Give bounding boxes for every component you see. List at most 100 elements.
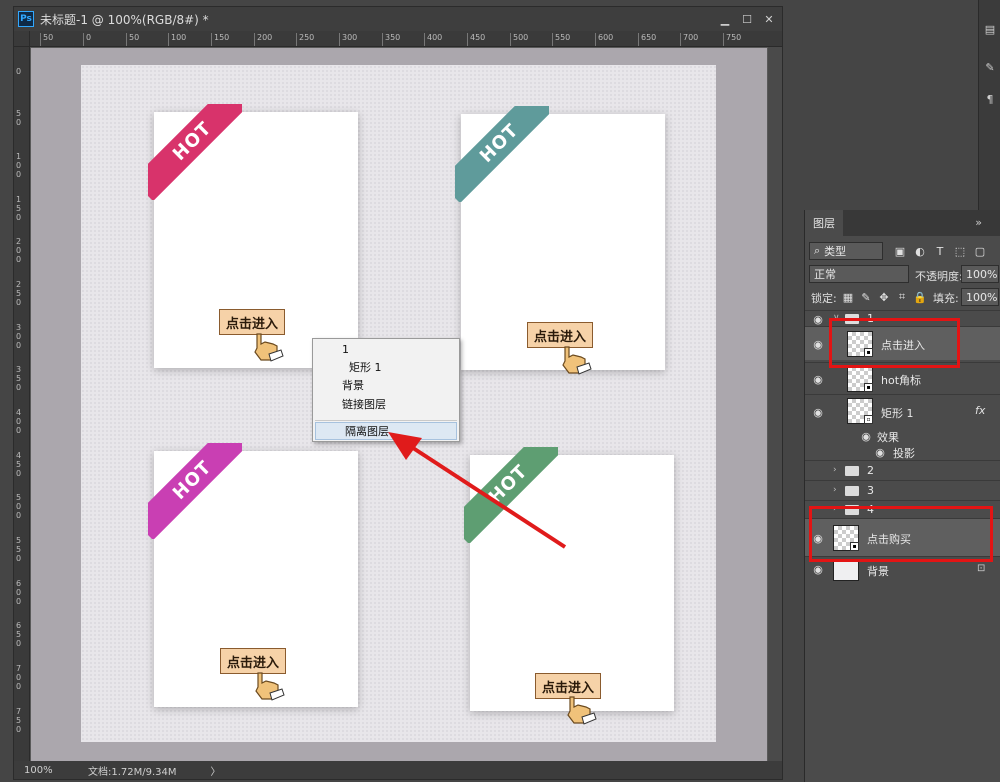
minimize-icon[interactable]: ▁ bbox=[716, 11, 734, 27]
hot-ribbon: HOT bbox=[148, 443, 242, 539]
highlight-box bbox=[809, 506, 993, 562]
smartobject-filter-icon[interactable]: ▢ bbox=[973, 244, 987, 258]
effect-row[interactable]: ◉ 投影 bbox=[805, 444, 1000, 461]
layer-filter-select[interactable]: ⌕ 类型 bbox=[809, 242, 883, 260]
window-controls: ▁ ☐ ✕ bbox=[716, 11, 778, 27]
product-card[interactable]: HOT 点击进入 bbox=[455, 106, 665, 375]
visibility-eye-icon[interactable]: ◉ bbox=[811, 313, 825, 326]
photoshop-icon: Ps bbox=[18, 11, 34, 27]
image-filter-icon[interactable]: ▣ bbox=[893, 244, 907, 258]
adjustment-filter-icon[interactable]: ◐ bbox=[913, 244, 927, 258]
visibility-eye-icon[interactable]: ◉ bbox=[859, 430, 873, 443]
blend-mode-value: 正常 bbox=[814, 268, 836, 281]
ruler-tick: 5 0 0 bbox=[16, 493, 22, 520]
maximize-icon[interactable]: ☐ bbox=[738, 11, 756, 27]
ruler-tick: 4 5 0 bbox=[16, 451, 22, 478]
layer-effects-icon[interactable]: fx bbox=[975, 404, 985, 417]
fill-input[interactable]: 100% bbox=[961, 288, 999, 306]
type-filter-icon[interactable]: T bbox=[933, 244, 947, 258]
opacity-input[interactable]: 100% bbox=[961, 265, 999, 283]
menu-item-layer-1[interactable]: 1 bbox=[313, 341, 459, 359]
product-card[interactable]: HOT 点击进入 bbox=[148, 104, 358, 368]
annotation-arrow bbox=[388, 432, 567, 549]
ruler-tick: 7 0 0 bbox=[16, 664, 22, 691]
zoom-level[interactable]: 100% bbox=[24, 765, 84, 776]
layers-tabbar: 图层 » bbox=[805, 210, 1000, 236]
smart-object-icon: ▪ bbox=[864, 383, 873, 392]
tab-layers[interactable]: 图层 bbox=[805, 210, 843, 236]
group-expand-icon[interactable]: › bbox=[833, 465, 837, 475]
lock-icon: ⊡ bbox=[977, 563, 986, 574]
hot-ribbon: HOT bbox=[455, 106, 549, 202]
layer-name: hot角标 bbox=[881, 374, 922, 387]
ruler-tick: 500 bbox=[510, 33, 528, 46]
ruler-tick: 5 5 0 bbox=[16, 536, 22, 563]
horizontal-ruler[interactable]: 50 0 50 100 150 200 250 300 350 400 450 … bbox=[30, 31, 782, 47]
ruler-tick: 3 5 0 bbox=[16, 365, 22, 392]
hand-cursor-icon bbox=[254, 333, 284, 362]
ribbon-band: HOT bbox=[148, 104, 242, 200]
group-expand-icon[interactable]: › bbox=[833, 485, 837, 495]
visibility-eye-icon[interactable]: ◉ bbox=[811, 338, 825, 351]
layer-name: 3 bbox=[867, 484, 874, 497]
lock-label: 锁定: bbox=[811, 292, 837, 305]
layer-thumbnail: ▪ bbox=[847, 366, 873, 392]
ruler-tick: 550 bbox=[552, 33, 570, 46]
ruler-tick: 3 0 0 bbox=[16, 323, 22, 350]
layer-row[interactable]: › 2 bbox=[805, 460, 1000, 480]
ruler-tick: 150 bbox=[211, 33, 229, 46]
ruler-tick: 5 0 bbox=[16, 109, 22, 127]
shape-layer-icon: ▫ bbox=[864, 415, 873, 424]
ruler-corner[interactable] bbox=[14, 31, 30, 47]
ruler-tick: 0 bbox=[16, 67, 22, 76]
menu-item-rect-1[interactable]: 矩形 1 bbox=[313, 359, 459, 377]
close-icon[interactable]: ✕ bbox=[760, 11, 778, 27]
paragraph-icon[interactable]: ¶ bbox=[983, 92, 997, 106]
layer-thumbnail: ▫ bbox=[847, 398, 873, 424]
vertical-scrollbar[interactable] bbox=[768, 47, 782, 763]
panel-collapse-icon[interactable]: » bbox=[975, 216, 982, 229]
menu-item-background[interactable]: 背景 bbox=[313, 377, 459, 395]
folder-icon bbox=[845, 466, 859, 476]
layer-row[interactable]: › 3 bbox=[805, 480, 1000, 500]
right-panel-strip: ▤ ✎ ¶ bbox=[978, 0, 1000, 210]
effects-label: 效果 bbox=[877, 431, 899, 444]
visibility-eye-icon[interactable]: ◉ bbox=[811, 373, 825, 386]
fill-label: 填充: bbox=[933, 292, 959, 305]
vertical-ruler[interactable]: 0 5 0 1 0 0 1 5 0 2 0 0 2 5 0 3 0 0 3 5 … bbox=[14, 47, 30, 763]
status-menu-arrow[interactable]: 〉 bbox=[211, 763, 221, 778]
menu-item-link-layers[interactable]: 链接图层 bbox=[313, 396, 459, 414]
lock-all-icon[interactable]: 🔒 bbox=[913, 290, 927, 304]
visibility-eye-icon[interactable]: ◉ bbox=[811, 406, 825, 419]
lock-position-icon[interactable]: ✥ bbox=[877, 290, 891, 304]
layer-row[interactable]: ◉ ▫ 矩形 1 fx bbox=[805, 394, 1000, 428]
ruler-tick: 250 bbox=[296, 33, 314, 46]
background-thumbnail bbox=[833, 559, 859, 581]
hand-cursor-icon bbox=[567, 696, 597, 725]
product-card[interactable]: HOT 点击进入 bbox=[148, 443, 358, 707]
hot-label: HOT bbox=[168, 117, 216, 165]
hand-cursor-icon bbox=[562, 346, 592, 375]
properties-icon[interactable]: ▤ bbox=[983, 22, 997, 36]
effect-row[interactable]: ◉ 效果 bbox=[805, 428, 1000, 445]
ribbon-band: HOT bbox=[148, 443, 242, 539]
visibility-eye-icon[interactable]: ◉ bbox=[873, 446, 887, 459]
ruler-tick: 300 bbox=[339, 33, 357, 46]
ruler-tick: 2 0 0 bbox=[16, 237, 22, 264]
lock-transparent-icon[interactable]: ▦ bbox=[841, 290, 855, 304]
hot-label: HOT bbox=[168, 456, 216, 504]
visibility-eye-icon[interactable]: ◉ bbox=[811, 563, 825, 576]
highlight-box bbox=[829, 318, 960, 368]
ruler-tick: 650 bbox=[638, 33, 656, 46]
lock-artboard-icon[interactable]: ⌗ bbox=[895, 290, 909, 304]
ruler-tick: 450 bbox=[467, 33, 485, 46]
document-titlebar[interactable]: Ps 未标题-1 @ 100%(RGB/8#) * ▁ ☐ ✕ bbox=[14, 7, 782, 31]
ruler-tick: 100 bbox=[168, 33, 186, 46]
layer-context-menu: 1 矩形 1 背景 链接图层 隔离图层 bbox=[312, 338, 460, 442]
blend-mode-select[interactable]: 正常 bbox=[809, 265, 909, 283]
brush-icon[interactable]: ✎ bbox=[983, 60, 997, 74]
ruler-tick: 600 bbox=[595, 33, 613, 46]
lock-pixels-icon[interactable]: ✎ bbox=[859, 290, 873, 304]
shape-filter-icon[interactable]: ⬚ bbox=[953, 244, 967, 258]
ruler-tick: 2 5 0 bbox=[16, 280, 22, 307]
